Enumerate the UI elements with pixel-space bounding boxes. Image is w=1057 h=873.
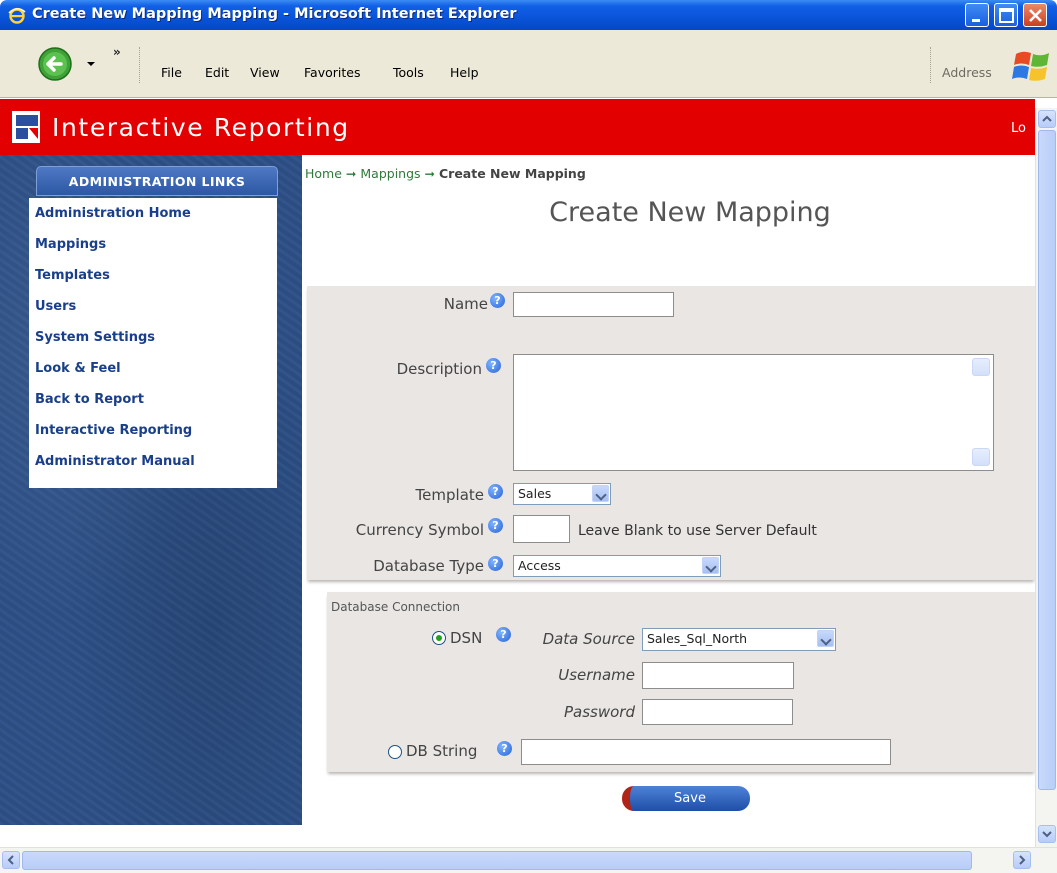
scroll-up-icon [972,358,990,376]
back-arrow-icon[interactable] [36,45,74,83]
page-title: Create New Mapping [549,197,831,228]
scroll-left-button[interactable] [2,851,20,869]
app-title: Interactive Reporting [52,113,350,142]
data-source-label: Data Source [542,630,635,648]
menu-view[interactable]: View [250,65,280,80]
sidebar-link-back-to-report[interactable]: Back to Report [29,384,277,415]
currency-label: Currency Symbol [355,521,484,539]
logout-link[interactable]: Lo [1011,121,1026,136]
template-select[interactable]: Sales [513,483,611,505]
db-string-radio[interactable] [388,745,402,759]
sidebar-link-interactive-reporting[interactable]: Interactive Reporting [29,415,277,446]
minimize-icon [972,19,980,22]
window-title: Create New Mapping Mapping - Microsoft I… [32,6,517,22]
help-icon[interactable]: ? [486,358,501,373]
address-grip [930,47,933,83]
menu-tools[interactable]: Tools [393,65,424,80]
breadcrumb-separator: ➞ [424,166,435,181]
horizontal-scroll-thumb[interactable] [22,851,972,870]
scroll-up-button[interactable] [1038,110,1056,128]
breadcrumb-current: Create New Mapping [438,166,586,181]
username-label: Username [558,666,635,684]
name-label: Name [443,295,488,313]
toolbar-chevron[interactable]: » [113,45,121,59]
help-icon[interactable]: ? [496,627,511,642]
password-label: Password [563,703,635,721]
database-type-selected-value: Access [518,558,561,573]
database-connection-legend: Database Connection [331,600,460,614]
chevron-down-icon [592,485,609,502]
sidebar-link-templates[interactable]: Templates [29,260,277,291]
help-icon[interactable]: ? [497,741,512,756]
help-icon[interactable]: ? [488,518,503,533]
data-source-select[interactable]: Sales_Sql_North [642,628,836,651]
close-icon [1029,9,1042,22]
sidebar-link-system-settings[interactable]: System Settings [29,322,277,353]
db-string-label: DB String [406,742,478,760]
chevron-left-icon [7,855,14,865]
template-label: Template [415,486,484,504]
address-label[interactable]: Address [942,65,992,80]
sidebar-link-look-and-feel[interactable]: Look & Feel [29,353,277,384]
currency-input[interactable] [513,515,570,543]
back-dropdown-icon[interactable] [86,60,96,68]
description-label: Description [396,360,482,378]
menu-file[interactable]: File [161,65,182,80]
app-banner: Interactive Reporting Lo [0,99,1035,155]
window-titlebar: Create New Mapping Mapping - Microsoft I… [0,0,1057,30]
menu-edit[interactable]: Edit [205,65,229,80]
description-textarea[interactable] [513,354,994,471]
maximize-icon [999,8,1014,23]
breadcrumb-mappings[interactable]: Mappings [360,166,420,181]
menu-bar: » File Edit View Favorites Tools Help Ad… [0,30,1057,98]
sidebar-header: ADMINISTRATION LINKS [36,166,278,196]
breadcrumb: Home ➞ Mappings ➞ Create New Mapping [305,166,586,181]
database-type-select[interactable]: Access [513,555,721,577]
dsn-label: DSN [450,629,483,647]
data-source-selected-value: Sales_Sql_North [647,631,748,646]
dsn-radio[interactable] [432,631,446,645]
scroll-right-button[interactable] [1013,851,1031,869]
currency-hint: Leave Blank to use Server Default [578,523,817,539]
horizontal-scrollbar[interactable] [0,847,1057,873]
sidebar-link-mappings[interactable]: Mappings [29,229,277,260]
password-input[interactable] [642,699,793,725]
menu-favorites[interactable]: Favorites [304,65,360,80]
scroll-down-icon [972,448,990,466]
breadcrumb-home[interactable]: Home [305,166,342,181]
ie-icon [8,7,26,24]
chevron-right-icon [1019,855,1026,865]
chevron-up-icon [1042,115,1052,122]
save-button[interactable]: Save [622,786,750,811]
menu-help[interactable]: Help [450,65,479,80]
help-icon[interactable]: ? [488,484,503,499]
sidebar-link-administrator-manual[interactable]: Administrator Manual [29,446,277,477]
sidebar-link-administration-home[interactable]: Administration Home [29,198,277,229]
db-string-input[interactable] [521,739,891,765]
windows-logo-icon [1012,51,1049,81]
vertical-scrollbar[interactable] [1035,108,1057,847]
name-input[interactable] [513,292,674,317]
help-icon[interactable]: ? [488,556,503,571]
chevron-down-icon [1042,831,1052,838]
admin-links-list: Administration Home Mappings Templates U… [29,198,277,488]
ir-logo-icon [12,111,40,143]
chevron-down-icon [817,630,834,647]
maximize-button[interactable] [994,3,1018,27]
template-selected-value: Sales [518,486,552,501]
scroll-down-button[interactable] [1038,825,1056,843]
vertical-scroll-thumb[interactable] [1038,130,1056,790]
database-type-label: Database Type [373,557,484,575]
minimize-button[interactable] [965,3,989,27]
help-icon[interactable]: ? [490,293,505,308]
breadcrumb-separator: ➞ [345,166,357,181]
username-input[interactable] [642,662,794,689]
sidebar-link-users[interactable]: Users [29,291,277,322]
chevron-down-icon [702,557,719,574]
toolbar-grip [139,47,142,83]
close-button[interactable] [1023,3,1047,27]
